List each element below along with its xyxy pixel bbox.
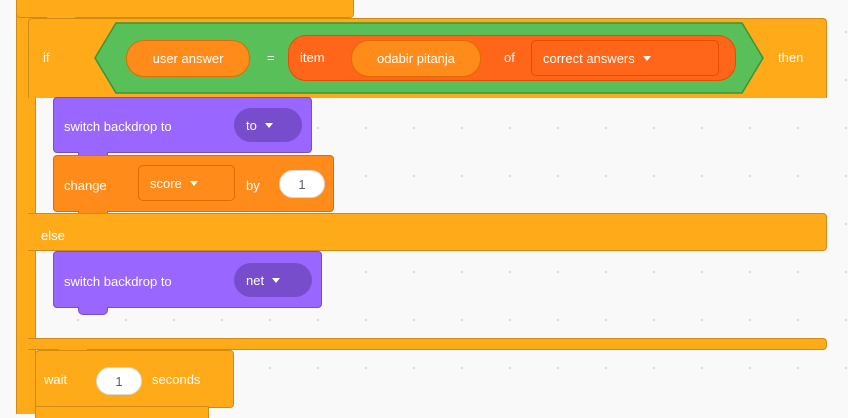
backdrop-dropdown-value: to	[246, 117, 257, 133]
chevron-down-icon	[264, 122, 273, 128]
then-label: then	[778, 50, 804, 65]
change-amount-input[interactable]: 1	[279, 170, 325, 198]
if-else-bottom-arm[interactable]	[28, 338, 827, 350]
item-label: item	[300, 50, 325, 65]
switch-backdrop-else-label: switch backdrop to	[64, 274, 172, 289]
variable-dropdown-value: score	[150, 175, 182, 191]
wait-label: wait	[44, 372, 68, 387]
user-answer-reporter[interactable]: user answer	[126, 40, 250, 77]
chevron-down-icon	[189, 180, 198, 186]
chevron-down-icon	[642, 55, 651, 61]
else-label: else	[41, 228, 65, 243]
seconds-label: seconds	[152, 372, 201, 387]
equals-label: =	[267, 50, 275, 65]
variable-dropdown[interactable]: score	[138, 165, 235, 201]
switch-backdrop-label: switch backdrop to	[64, 119, 172, 134]
odabir-pitanja-reporter[interactable]: odabir pitanja	[351, 40, 481, 77]
backdrop-dropdown[interactable]: to	[234, 108, 302, 142]
previous-block-bottom[interactable]	[16, 0, 354, 18]
else-section[interactable]	[28, 213, 827, 251]
change-label: change	[64, 178, 107, 193]
of-label: of	[504, 50, 515, 65]
switch-backdrop-else-notch	[78, 307, 108, 315]
next-block-top[interactable]	[35, 406, 209, 418]
wait-seconds-input[interactable]: 1	[96, 367, 142, 395]
list-dropdown-value: correct answers	[543, 50, 635, 66]
if-label: if	[43, 50, 50, 65]
backdrop-else-dropdown-value: net	[246, 272, 265, 288]
list-dropdown[interactable]: correct answers	[531, 40, 719, 76]
by-label: by	[246, 178, 260, 193]
chevron-down-icon	[272, 277, 281, 283]
backdrop-else-dropdown[interactable]: net	[234, 263, 312, 297]
